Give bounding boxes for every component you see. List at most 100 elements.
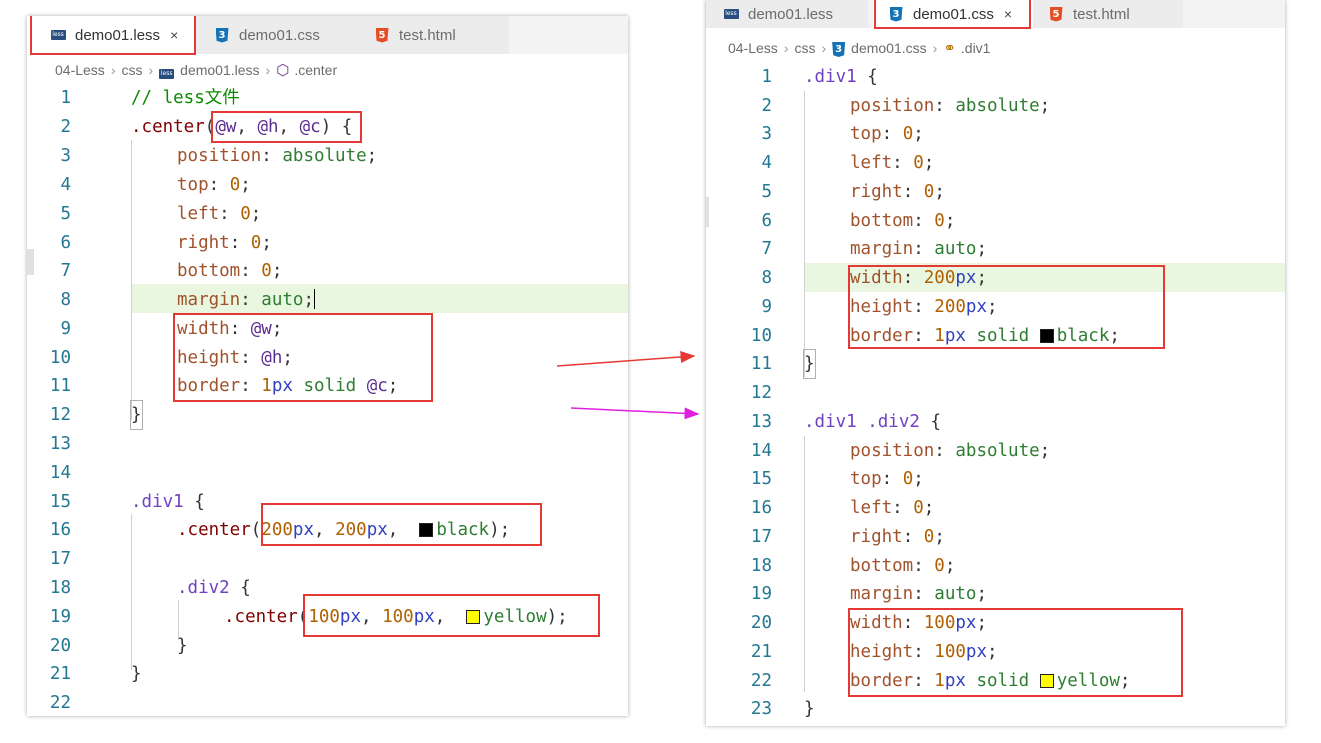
line-number: 3: [761, 124, 772, 144]
breadcrumb-item[interactable]: css: [121, 62, 142, 78]
code-token: .center: [177, 520, 251, 540]
tab-test-html[interactable]: 5 test.html: [1033, 0, 1183, 28]
code-token: ;: [1039, 441, 1051, 461]
breadcrumb-item[interactable]: .center: [294, 62, 337, 78]
code-token: .div1: [804, 67, 857, 87]
tab-label: demo01.less: [748, 5, 834, 23]
code-token: right: [850, 182, 903, 202]
code-line: 4 top: 0;: [27, 171, 628, 199]
less-file-icon: less: [723, 9, 739, 19]
code-line: 12}: [27, 400, 628, 430]
params-highlight-box: [211, 111, 362, 143]
line-number: 16: [750, 498, 772, 518]
line-number: 2: [761, 96, 772, 116]
tab-label: demo01.css: [239, 26, 320, 44]
code-token: :: [208, 175, 230, 195]
code-line: 14: [27, 459, 628, 487]
breadcrumb-item[interactable]: demo01.css: [851, 40, 926, 56]
code-token: .div1: [804, 412, 857, 432]
line-number: 13: [49, 434, 71, 454]
code-token: right: [850, 527, 903, 547]
code-token: position: [850, 96, 935, 116]
code-token: 0: [923, 182, 935, 202]
code-token: top: 0;: [177, 171, 251, 199]
code-token: .center: [131, 117, 205, 137]
code-token: :: [261, 146, 283, 166]
code-token: ;: [934, 527, 945, 547]
breadcrumb-item[interactable]: css: [794, 40, 815, 56]
code-token: 0: [913, 153, 924, 173]
code-token: }: [131, 660, 142, 688]
code-token: ;: [944, 556, 956, 576]
code-token: ;: [923, 153, 935, 173]
code-token: left: [850, 498, 893, 518]
code-token: right: 0;: [177, 229, 272, 257]
code-token: position: absolute;: [850, 92, 1050, 120]
code-line: 7 margin: auto;: [706, 235, 1285, 263]
code-token: ;: [913, 469, 924, 489]
tab-label: test.html: [399, 26, 456, 44]
line-number: 18: [49, 578, 71, 598]
code-token: 0: [250, 233, 262, 253]
code-token: :: [913, 211, 935, 231]
code-token: ;: [944, 211, 956, 231]
code-token: :: [902, 527, 924, 547]
call2-highlight-box: [303, 594, 600, 637]
code-token: :: [902, 182, 924, 202]
code-token: ;: [923, 498, 935, 518]
code-token: .div1 {: [804, 63, 878, 91]
code-line: 15 top: 0;: [706, 465, 1285, 493]
line-number: 11: [49, 376, 71, 396]
code-token: :: [229, 233, 251, 253]
line-number: 20: [49, 636, 71, 656]
code-line: 17 right: 0;: [706, 523, 1285, 551]
code-line: 3 position: absolute;: [27, 142, 628, 170]
chevron-right-icon: ›: [783, 40, 789, 56]
code-token: left: [850, 153, 893, 173]
code-token: absolute: [282, 146, 367, 166]
tab-demo01-css[interactable]: 3 demo01.css: [195, 16, 357, 54]
tab-highlight-box: [30, 16, 196, 55]
line-number: 8: [761, 268, 772, 288]
code-line: 6 right: 0;: [27, 229, 628, 257]
breadcrumb-item[interactable]: .div1: [961, 40, 991, 56]
symbol-class-icon: ⬡: [276, 62, 290, 79]
code-token: margin: auto;: [850, 235, 987, 263]
code-token: bottom: 0;: [850, 207, 955, 235]
breadcrumb-item[interactable]: 04-Less: [55, 62, 105, 78]
code-line: 13 .div1 .div2 {: [706, 408, 1285, 436]
code-token: .div1: [131, 492, 184, 512]
code-token: .div1 .div2 {: [804, 408, 941, 436]
code-token: }: [130, 400, 143, 430]
code-token: bottom: [177, 261, 241, 281]
line-number: 4: [761, 153, 772, 173]
tab-test-html[interactable]: 5 test.html: [357, 16, 509, 54]
code-token: :: [913, 239, 935, 259]
line-number: 22: [49, 693, 71, 713]
code-token: 0: [934, 556, 945, 576]
line-number: 22: [750, 671, 772, 691]
code-token: ;: [976, 584, 987, 604]
code-token: 0: [913, 498, 924, 518]
code-token: 0: [240, 204, 251, 224]
less-file-icon: less: [159, 68, 175, 79]
line-number: 10: [49, 348, 71, 368]
line-number: 21: [49, 664, 71, 684]
line-number: 9: [761, 297, 772, 317]
line-number: 23: [750, 699, 772, 719]
code-line: 2 position: absolute;: [706, 92, 1285, 120]
code-line: 7 bottom: 0;: [27, 257, 628, 285]
code-token: }: [804, 699, 815, 719]
code-token: :: [934, 441, 956, 461]
code-token: // less文件: [131, 88, 240, 108]
code-token: ;: [366, 146, 378, 166]
code-token: auto: [934, 239, 977, 259]
breadcrumb-item[interactable]: 04-Less: [728, 40, 778, 56]
variables-highlight-box: [173, 313, 433, 402]
breadcrumb-item[interactable]: demo01.less: [180, 62, 259, 78]
code-token: bottom: 0;: [177, 257, 282, 285]
tab-demo01-less[interactable]: less demo01.less: [706, 0, 868, 28]
code-token: bottom: 0;: [850, 552, 955, 580]
less-editor-panel: less demo01.less × 3 demo01.css 5 test.h…: [27, 16, 628, 716]
line-number: 18: [750, 556, 772, 576]
